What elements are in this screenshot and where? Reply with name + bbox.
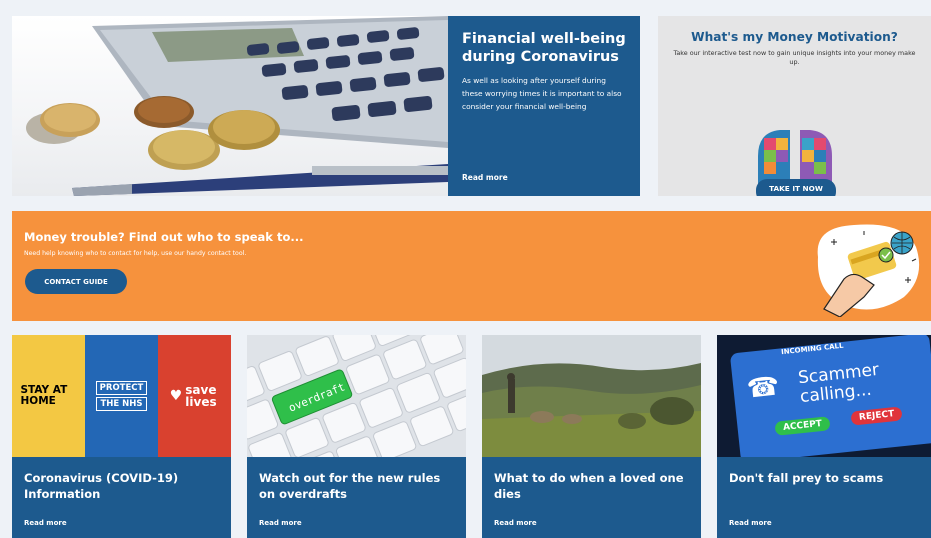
card-overdrafts[interactable]: overdraft Watch out for the new rules on… [247, 335, 466, 538]
save-lives-text: save lives [185, 383, 217, 409]
stay-home-image: STAY AT HOME PROTECT THE NHS ♥ save live… [12, 335, 231, 457]
heart-icon: ♥ [169, 388, 183, 404]
banner-description: Need help knowing who to contact for hel… [24, 250, 247, 257]
stay-at-home-panel: STAY AT HOME [12, 335, 85, 457]
protect-text: PROTECT [95, 381, 148, 395]
hero-description: As well as looking after yourself during… [462, 76, 622, 111]
countryside-image [482, 335, 701, 457]
card-read-more-link[interactable]: Read more [494, 519, 537, 527]
card-title: Coronavirus (COVID-19) Information [24, 471, 179, 501]
card-read-more-link[interactable]: Read more [24, 519, 67, 527]
contact-guide-button[interactable]: CONTACT GUIDE [25, 269, 127, 294]
hand-card-illustration [817, 224, 920, 317]
hero-title: Financial well-being during Coronavirus [462, 31, 626, 65]
card-scams[interactable]: INCOMING CALL ☎ Scammer calling... ACCEP… [717, 335, 931, 538]
hero-card[interactable]: Financial well-being during Coronavirus … [12, 16, 640, 196]
calculator-coins-image [12, 16, 448, 196]
motivation-description: Take our interactive test now to gain un… [673, 49, 916, 66]
save-lives-panel: ♥ save lives [158, 335, 231, 457]
motivation-title: What's my Money Motivation? [691, 30, 898, 44]
contact-guide-banner: Money trouble? Find out who to speak to.… [12, 211, 931, 321]
money-motivation-card[interactable]: What's my Money Motivation? Take our int… [658, 16, 931, 196]
card-title: Watch out for the new rules on overdraft… [259, 471, 441, 501]
keyboard-overdraft-image: overdraft [247, 335, 466, 457]
take-it-now-button[interactable]: TAKE IT NOW [756, 179, 836, 196]
banner-title: Money trouble? Find out who to speak to.… [24, 230, 304, 244]
hero-text-panel: Financial well-being during Coronavirus … [448, 16, 640, 196]
card-title: What to do when a loved one dies [494, 471, 684, 501]
card-title: Don't fall prey to scams [729, 471, 884, 485]
card-coronavirus[interactable]: STAY AT HOME PROTECT THE NHS ♥ save live… [12, 335, 231, 538]
card-read-more-link[interactable]: Read more [729, 519, 772, 527]
phone-icon: ☎ [745, 371, 781, 405]
protect-nhs-panel: PROTECT THE NHS [85, 335, 158, 457]
the-nhs-text: THE NHS [96, 397, 147, 411]
scam-call-phone-image: INCOMING CALL ☎ Scammer calling... ACCEP… [717, 335, 931, 457]
stay-at-home-text: STAY AT HOME [20, 384, 68, 407]
card-loved-one-dies[interactable]: What to do when a loved one dies Read mo… [482, 335, 701, 538]
card-read-more-link[interactable]: Read more [259, 519, 302, 527]
hero-read-more-link[interactable]: Read more [462, 173, 508, 182]
